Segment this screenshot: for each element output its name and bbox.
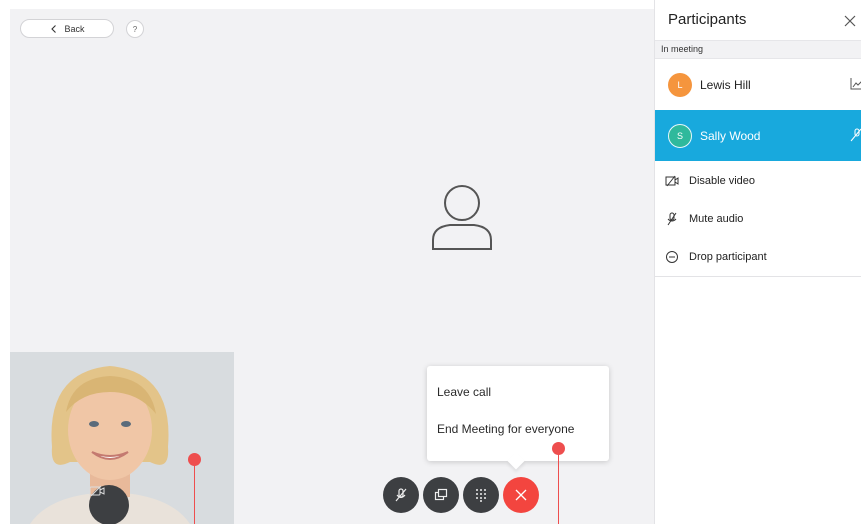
participants-panel: Participants In meeting L Lewis Hill S S…	[654, 0, 861, 524]
mute-audio-action[interactable]: Mute audio	[655, 200, 861, 238]
participant-row-sally-wood[interactable]: S Sally Wood	[655, 110, 861, 161]
share-screen-icon	[434, 488, 448, 501]
action-label: Mute audio	[689, 213, 744, 225]
avatar: L	[668, 72, 692, 97]
close-icon[interactable]	[843, 14, 857, 28]
end-meeting-menu-item[interactable]: End Meeting for everyone	[437, 422, 574, 436]
leave-menu: Leave call End Meeting for everyone	[427, 366, 609, 461]
minus-circle-icon	[666, 251, 678, 263]
remote-participant-avatar-icon	[432, 185, 492, 250]
end-call-button[interactable]	[503, 477, 539, 513]
annotation-line	[194, 463, 195, 524]
video-off-icon	[89, 485, 105, 497]
stats-icon[interactable]	[850, 77, 861, 91]
keypad-icon	[476, 489, 486, 502]
back-button[interactable]: Back	[20, 19, 114, 38]
participant-row-lewis-hill[interactable]: L Lewis Hill	[655, 59, 861, 110]
action-label: Disable video	[689, 175, 756, 187]
keypad-button[interactable]	[463, 477, 499, 513]
annotation-line	[558, 452, 559, 524]
disable-video-action[interactable]: Disable video	[655, 162, 861, 200]
meeting-window: Back ? Leave call End Meeting for everyo…	[0, 0, 861, 524]
self-view-video	[10, 352, 234, 524]
leave-call-menu-item[interactable]: Leave call	[437, 385, 491, 399]
action-label: Drop participant	[689, 251, 767, 263]
help-icon: ?	[132, 24, 138, 34]
drop-participant-action[interactable]: Drop participant	[655, 238, 861, 276]
help-button[interactable]: ?	[126, 20, 144, 38]
participant-name: Lewis Hill	[700, 77, 751, 92]
avatar: S	[668, 123, 692, 148]
end-call-icon	[515, 489, 527, 501]
panel-title: Participants	[668, 11, 747, 28]
self-view-camera-button[interactable]	[89, 485, 129, 524]
microphone-muted-icon	[395, 488, 407, 502]
video-off-icon	[665, 175, 679, 187]
participant-name: Sally Wood	[700, 128, 761, 143]
microphone-muted-icon	[667, 212, 677, 226]
section-header: In meeting	[655, 40, 861, 59]
mute-button[interactable]	[383, 477, 419, 513]
microphone-muted-icon	[850, 128, 861, 142]
chevron-left-icon	[49, 24, 59, 34]
back-label: Back	[64, 23, 85, 34]
share-button[interactable]	[423, 477, 459, 513]
divider	[655, 276, 861, 277]
